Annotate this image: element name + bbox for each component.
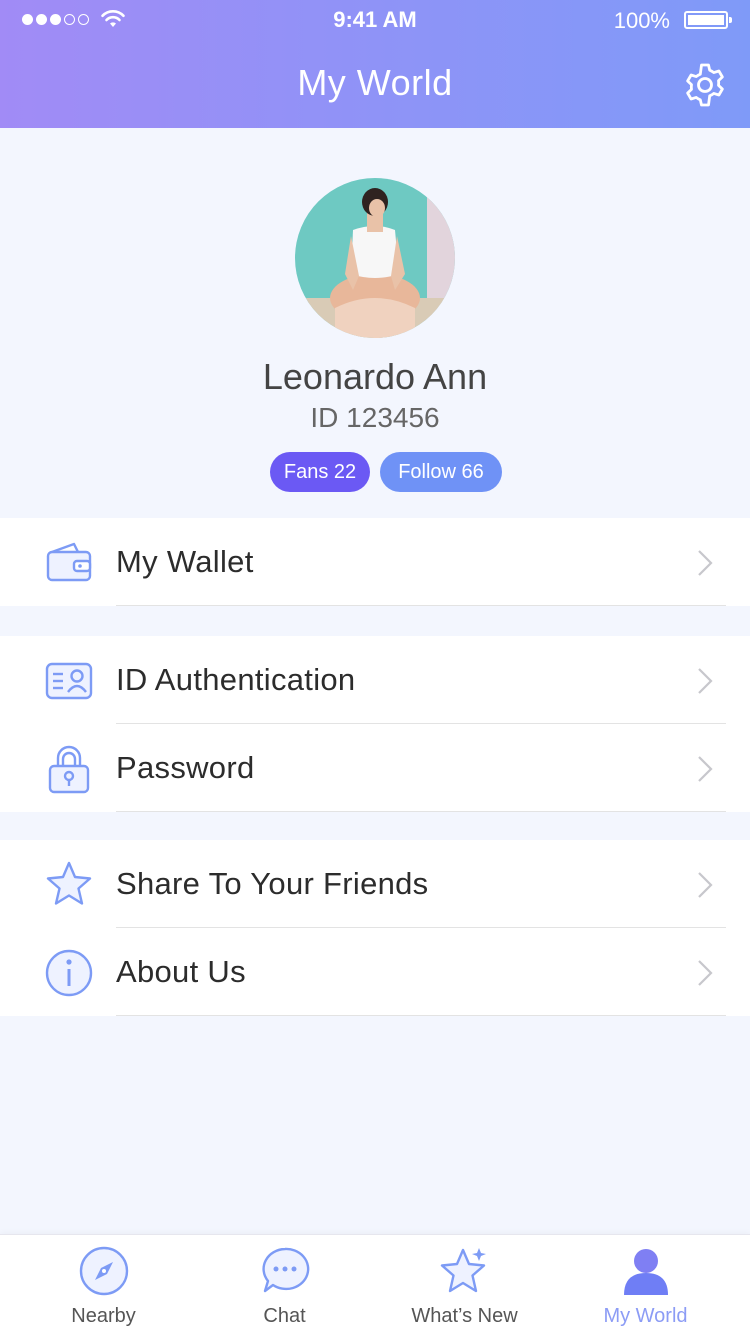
compass-icon — [79, 1246, 128, 1296]
menu-item-password[interactable]: Password — [0, 724, 750, 812]
divider — [116, 1015, 726, 1016]
fans-badge[interactable]: Fans 22 — [270, 452, 370, 492]
bottom-tab-bar: Nearby Chat What’s New My World — [0, 1234, 750, 1334]
page-title: My World — [297, 62, 453, 103]
tab-label: What’s New — [411, 1305, 518, 1327]
id-card-icon — [45, 662, 93, 700]
chevron-right-icon — [698, 550, 713, 576]
user-profile-icon — [623, 1249, 668, 1295]
sparkle-star-icon — [440, 1248, 486, 1293]
follow-badge[interactable]: Follow 66 — [380, 452, 502, 492]
menu-item-id-authentication[interactable]: ID Authentication — [0, 636, 750, 724]
menu-item-label: Share To Your Friends — [116, 866, 429, 901]
menu-item-my-wallet[interactable]: My Wallet — [0, 518, 750, 606]
tab-my-world[interactable]: My World — [552, 1235, 739, 1334]
settings-gear-icon[interactable] — [682, 62, 728, 108]
tab-chat[interactable]: Chat — [191, 1235, 378, 1334]
menu-item-label: ID Authentication — [116, 662, 356, 697]
tab-label: Nearby — [71, 1305, 136, 1327]
battery-icon — [684, 11, 732, 29]
tab-whats-new[interactable]: What’s New — [371, 1235, 558, 1334]
chat-bubble-icon — [261, 1247, 309, 1293]
menu-group-wallet: My Wallet — [0, 518, 750, 606]
divider — [116, 605, 726, 606]
tab-label: My World — [603, 1305, 688, 1327]
profile-section: Leonardo Ann ID 123456 Fans 22 Follow 66 — [0, 128, 750, 518]
menu-item-label: My Wallet — [116, 544, 254, 579]
chevron-right-icon — [698, 872, 713, 898]
tab-label: Chat — [263, 1305, 306, 1327]
status-bar: 9:41 AM 100% — [0, 0, 750, 40]
app-header: 9:41 AM 100% My World — [0, 0, 750, 128]
menu-item-label: Password — [116, 750, 255, 785]
info-icon — [45, 949, 93, 997]
battery-percentage: 100% — [613, 8, 670, 33]
menu-item-about-us[interactable]: About Us — [0, 928, 750, 1016]
chevron-right-icon — [698, 756, 713, 782]
chevron-right-icon — [698, 668, 713, 694]
menu-item-share[interactable]: Share To Your Friends — [0, 840, 750, 928]
star-icon — [46, 861, 92, 905]
wallet-icon — [46, 542, 92, 582]
menu-group-info: Share To Your Friends About Us — [0, 840, 750, 1016]
menu-group-security: ID Authentication Password — [0, 636, 750, 812]
user-id: ID 123456 — [310, 402, 440, 433]
chevron-right-icon — [698, 960, 713, 986]
menu-item-label: About Us — [116, 954, 246, 989]
padlock-icon — [48, 745, 90, 794]
user-avatar[interactable] — [295, 178, 455, 338]
divider — [116, 811, 726, 812]
tab-nearby[interactable]: Nearby — [10, 1235, 197, 1334]
user-name: Leonardo Ann — [262, 356, 488, 397]
